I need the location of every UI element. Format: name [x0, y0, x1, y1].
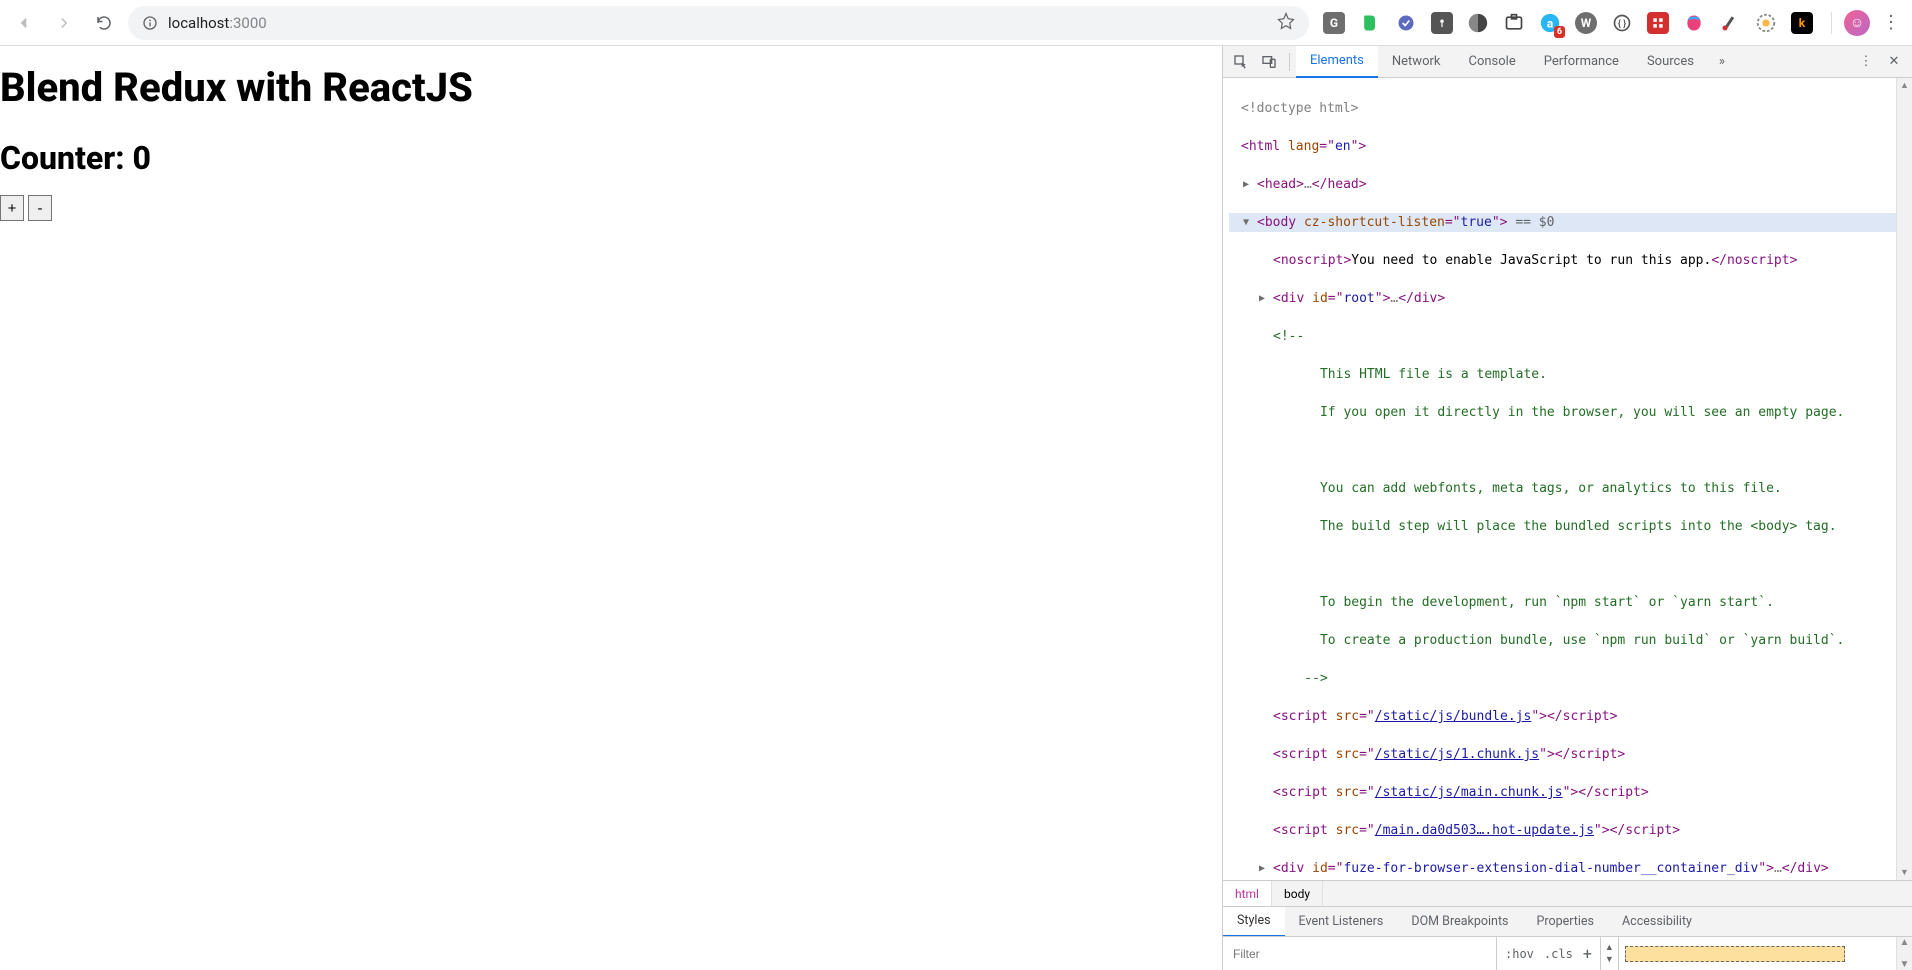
- page-content: Blend Redux with ReactJS Counter: 0 + -: [0, 46, 1222, 970]
- reload-icon: [95, 14, 113, 32]
- dom-row[interactable]: <script src="/static/js/main.chunk.js"><…: [1229, 783, 1896, 802]
- toolbar-divider: [1831, 12, 1832, 34]
- devtools-panel: Elements Network Console Performance Sou…: [1222, 46, 1912, 970]
- dom-row[interactable]: <div id="root">…</div>: [1229, 289, 1896, 308]
- extension-icon[interactable]: [1503, 12, 1525, 34]
- devtools-close-icon[interactable]: ✕: [1880, 48, 1908, 76]
- dom-row[interactable]: To create a production bundle, use `npm …: [1229, 631, 1896, 650]
- url-text: localhost:3000: [168, 14, 267, 32]
- tab-styles[interactable]: Styles: [1223, 907, 1285, 937]
- tab-elements[interactable]: Elements: [1296, 46, 1378, 78]
- styles-filter-input[interactable]: [1231, 946, 1488, 962]
- dom-row-selected[interactable]: ⋯<body cz-shortcut-listen="true"> == $0: [1229, 213, 1896, 232]
- dom-row[interactable]: <html lang="en">: [1229, 137, 1896, 156]
- cls-toggle[interactable]: .cls: [1544, 947, 1573, 961]
- dom-row[interactable]: To begin the development, run `npm start…: [1229, 593, 1896, 612]
- dom-row[interactable]: [1229, 555, 1896, 574]
- box-model-margin: [1625, 946, 1845, 962]
- tab-accessibility[interactable]: Accessibility: [1608, 907, 1706, 937]
- styles-body: :hov .cls + ▲▼ ▲▼: [1223, 936, 1912, 970]
- reload-button[interactable]: [88, 7, 120, 39]
- svg-text:a: a: [1547, 16, 1553, 30]
- decrement-button[interactable]: -: [28, 195, 52, 221]
- counter-heading: Counter: 0: [0, 139, 1222, 177]
- tab-network[interactable]: Network: [1378, 46, 1455, 78]
- arrow-right-icon: [55, 14, 73, 32]
- devtools-menu-icon[interactable]: ⋮: [1852, 48, 1880, 76]
- scrollbar[interactable]: ▲▼: [1896, 937, 1912, 970]
- extension-icon[interactable]: [1755, 12, 1777, 34]
- extension-icon[interactable]: [1719, 12, 1741, 34]
- scrollbar[interactable]: [1896, 78, 1912, 880]
- extension-icon[interactable]: G: [1323, 12, 1345, 34]
- tab-console[interactable]: Console: [1455, 46, 1530, 78]
- caret-icon[interactable]: [1243, 175, 1249, 194]
- extension-icon[interactable]: [1431, 12, 1453, 34]
- tab-properties[interactable]: Properties: [1522, 907, 1608, 937]
- dom-row[interactable]: <head>…</head>: [1229, 175, 1896, 194]
- breadcrumb-body[interactable]: body: [1272, 881, 1323, 906]
- hov-toggle[interactable]: :hov: [1505, 947, 1534, 961]
- dom-row[interactable]: -->: [1229, 669, 1896, 688]
- profile-avatar[interactable]: ☺: [1844, 10, 1870, 36]
- more-tabs-icon[interactable]: »: [1708, 48, 1736, 76]
- svg-text:{ }: { }: [1618, 19, 1626, 29]
- evernote-icon[interactable]: [1359, 12, 1381, 34]
- styles-updown-icon[interactable]: ▲▼: [1601, 937, 1619, 970]
- dom-row[interactable]: You can add webfonts, meta tags, or anal…: [1229, 479, 1896, 498]
- dom-row[interactable]: <script src="/main.da0d503….hot-update.j…: [1229, 821, 1896, 840]
- inspect-element-icon[interactable]: [1227, 48, 1255, 76]
- address-bar[interactable]: localhost:3000: [128, 6, 1309, 40]
- devtools-tabs: Elements Network Console Performance Sou…: [1223, 46, 1912, 78]
- browser-toolbar: localhost:3000 G a 6 W { }: [0, 0, 1912, 46]
- page-heading: Blend Redux with ReactJS: [0, 64, 1222, 111]
- caret-icon[interactable]: [1243, 213, 1249, 232]
- caret-icon[interactable]: [1259, 859, 1265, 878]
- extension-icon[interactable]: [1467, 12, 1489, 34]
- arrow-left-icon: [15, 14, 33, 32]
- dom-row[interactable]: <!doctype html>: [1229, 99, 1896, 118]
- increment-button[interactable]: +: [0, 195, 24, 221]
- tab-event-listeners[interactable]: Event Listeners: [1285, 907, 1398, 937]
- bookmark-star-icon[interactable]: [1277, 12, 1295, 34]
- site-info-icon[interactable]: [142, 15, 158, 31]
- extension-icon[interactable]: [1395, 12, 1417, 34]
- dom-breadcrumb: html body: [1223, 880, 1912, 906]
- dom-row[interactable]: <script src="/static/js/1.chunk.js"></sc…: [1229, 745, 1896, 764]
- chrome-menu-button[interactable]: ⋮: [1878, 12, 1904, 33]
- forward-button[interactable]: [48, 7, 80, 39]
- tab-sources[interactable]: Sources: [1633, 46, 1708, 78]
- extension-icon[interactable]: a 6: [1539, 12, 1561, 34]
- counter-buttons: + -: [0, 195, 1222, 221]
- dom-row[interactable]: <script src="/static/js/bundle.js"></scr…: [1229, 707, 1896, 726]
- counter-value: 0: [132, 139, 150, 177]
- styles-tabs: Styles Event Listeners DOM Breakpoints P…: [1223, 906, 1912, 936]
- main-area: Blend Redux with ReactJS Counter: 0 + - …: [0, 46, 1912, 970]
- elements-tree[interactable]: <!doctype html> <html lang="en"> <head>……: [1223, 78, 1896, 880]
- dom-row[interactable]: <noscript>You need to enable JavaScript …: [1229, 251, 1896, 270]
- extension-badge: 6: [1554, 26, 1565, 38]
- dom-row[interactable]: <!--: [1229, 327, 1896, 346]
- dom-row[interactable]: [1229, 441, 1896, 460]
- back-button[interactable]: [8, 7, 40, 39]
- breadcrumb-html[interactable]: html: [1223, 881, 1272, 906]
- extensions-area: G a 6 W { }: [1317, 12, 1819, 34]
- dom-row[interactable]: <div id="fuze-for-browser-extension-dial…: [1229, 859, 1896, 878]
- extension-icon[interactable]: { }: [1611, 12, 1633, 34]
- tab-dom-breakpoints[interactable]: DOM Breakpoints: [1397, 907, 1522, 937]
- new-style-rule-button[interactable]: +: [1583, 944, 1592, 963]
- tab-performance[interactable]: Performance: [1530, 46, 1633, 78]
- device-toolbar-icon[interactable]: [1255, 48, 1283, 76]
- box-model-preview: [1619, 937, 1896, 970]
- dom-row[interactable]: This HTML file is a template.: [1229, 365, 1896, 384]
- extension-icon[interactable]: k: [1791, 12, 1813, 34]
- caret-icon[interactable]: [1259, 289, 1265, 308]
- extension-icon[interactable]: W: [1575, 12, 1597, 34]
- styles-filter: [1223, 937, 1497, 970]
- dom-row[interactable]: The build step will place the bundled sc…: [1229, 517, 1896, 536]
- dom-row[interactable]: If you open it directly in the browser, …: [1229, 403, 1896, 422]
- extension-icon[interactable]: [1683, 12, 1705, 34]
- styles-toggles: :hov .cls +: [1497, 937, 1601, 970]
- extension-icon[interactable]: [1647, 12, 1669, 34]
